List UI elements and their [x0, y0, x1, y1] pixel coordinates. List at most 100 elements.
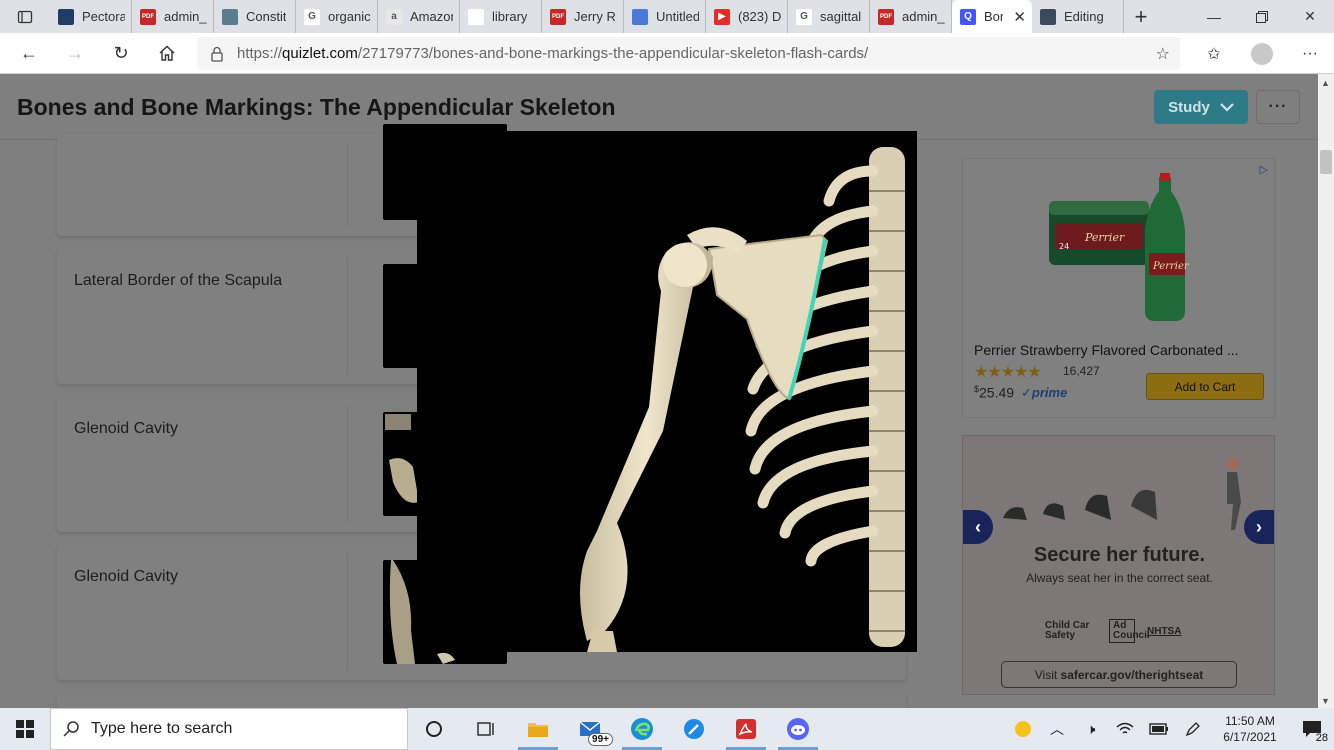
browser-tab[interactable]: Gorganic	[296, 0, 378, 33]
arrow-right-icon: →	[66, 42, 84, 63]
browser-tab[interactable]: Constit	[214, 0, 296, 33]
acrobat-button[interactable]	[720, 708, 772, 750]
enlarged-image-modal[interactable]	[417, 131, 917, 652]
browser-tab[interactable]: Untitled	[624, 0, 706, 33]
cortana-button[interactable]	[408, 708, 460, 750]
browser-tab[interactable]: PDF admin_	[870, 0, 952, 33]
tab-label: Amazon	[410, 9, 453, 24]
card-term: Lateral Border of the Scapula	[74, 272, 283, 289]
weather-icon[interactable]	[1006, 720, 1040, 738]
flashcard-row[interactable]	[57, 692, 906, 708]
arrow-left-icon: ←	[20, 42, 38, 63]
tab-label: sagittal	[820, 9, 862, 24]
scrollbar-thumb[interactable]	[1320, 150, 1332, 174]
notifications-button[interactable]: 28	[1290, 720, 1334, 744]
tab-favicon-icon: PDF	[878, 8, 894, 25]
favorites-icon: ✩	[1207, 45, 1221, 63]
perrier-product-image: Perrier 24 Perrier	[1049, 173, 1190, 321]
card-term: Glenoid Cavity	[74, 568, 179, 585]
product-ad[interactable]: ▷ Perrier 24 Perrier Perrier Strawberry …	[962, 158, 1275, 418]
browser-tab[interactable]: PDF admin_	[132, 0, 214, 33]
edge-browser-button[interactable]	[616, 708, 668, 750]
visit-site-button[interactable]: Visit safercar.gov/therightseat	[1001, 661, 1237, 688]
pen-icon[interactable]	[1176, 721, 1210, 737]
new-tab-button[interactable]: +	[1124, 0, 1158, 33]
add-to-cart-button[interactable]: Add to Cart	[1146, 373, 1264, 400]
profile-avatar[interactable]	[1251, 42, 1273, 65]
carousel-next-button[interactable]: ›	[1244, 510, 1274, 544]
psa-headline: Secure her future.	[1033, 544, 1206, 566]
tab-label: Editing	[1064, 9, 1104, 24]
browser-tab[interactable]: a Amazon	[378, 0, 460, 33]
home-button[interactable]	[144, 33, 190, 74]
rating-stars: ★★★★★	[974, 364, 1042, 381]
wifi-icon[interactable]	[1108, 722, 1142, 736]
browser-tab[interactable]: Editing	[1032, 0, 1124, 33]
tab-favicon-icon: ▶	[714, 8, 730, 25]
start-button[interactable]	[0, 708, 50, 750]
settings-more-button[interactable]: ···	[1286, 45, 1334, 63]
tab-label: Untitled	[656, 9, 699, 24]
acrobat-icon	[736, 719, 756, 739]
browser-tab[interactable]: ▶ (823) D	[706, 0, 788, 33]
tab-list: Pectora PDF admin_ Constit Gorganic a Amazon li…	[50, 0, 1124, 33]
forward-button[interactable]: →	[52, 33, 98, 74]
close-tab-icon[interactable]: ✕	[1013, 8, 1026, 26]
compass-app-icon	[684, 719, 704, 739]
tab-favicon-icon: G	[304, 8, 320, 25]
app-button[interactable]	[668, 708, 720, 750]
file-explorer-button[interactable]	[512, 708, 564, 750]
close-window-button[interactable]: ✕	[1286, 0, 1334, 33]
tab-favicon-icon	[222, 8, 238, 25]
add-favorite-icon[interactable]: ☆	[1156, 44, 1170, 64]
edge-icon	[631, 718, 653, 740]
browser-tab[interactable]: library	[460, 0, 542, 33]
refresh-button[interactable]: ↻	[98, 33, 144, 74]
taskbar-search-box[interactable]: Type here to search	[50, 708, 408, 750]
mail-button[interactable]: 99+	[564, 708, 616, 750]
restore-icon	[1256, 10, 1268, 23]
tab-label: Constit	[246, 9, 287, 24]
system-clock[interactable]: 11:50 AM 6/17/2021	[1210, 713, 1290, 745]
psa-carousel-ad[interactable]: ‹ › Secure her future. Always seat her i…	[962, 435, 1275, 695]
discord-button[interactable]	[772, 708, 824, 750]
card-divider	[347, 144, 348, 226]
lock-icon[interactable]	[197, 46, 237, 62]
system-tray: ︿ 🕨 11:50 AM 6/17/2021 28	[1006, 708, 1334, 750]
clock-time: 11:50 AM	[1225, 714, 1275, 728]
chevron-up-icon[interactable]: ︿	[1040, 719, 1074, 739]
study-button[interactable]: Study	[1154, 90, 1248, 124]
chevron-right-icon: ›	[1256, 516, 1262, 537]
folder-icon	[528, 723, 548, 737]
minimize-button[interactable]: —	[1190, 0, 1238, 33]
restore-button[interactable]	[1238, 0, 1286, 33]
card-divider	[347, 258, 348, 374]
more-options-button[interactable]: ···	[1256, 90, 1300, 124]
task-view-button[interactable]	[460, 708, 512, 750]
favorites-button[interactable]: ✩	[1190, 44, 1238, 64]
page-scrollbar[interactable]: ▲ ▼	[1318, 74, 1334, 708]
back-button[interactable]: ←	[6, 33, 52, 74]
browser-tab[interactable]: Pectora	[50, 0, 132, 33]
tab-active[interactable]: Q Bor ✕	[952, 0, 1032, 33]
tab-actions-icon	[17, 10, 33, 23]
svg-text:Perrier: Perrier	[1152, 261, 1190, 272]
browser-tab[interactable]: Gsagittal	[788, 0, 870, 33]
card-divider	[347, 554, 348, 670]
product-title[interactable]: Perrier Strawberry Flavored Carbonated .…	[974, 342, 1239, 358]
scroll-down-icon[interactable]: ▼	[1321, 696, 1330, 706]
chevron-left-icon: ‹	[975, 516, 981, 537]
address-bar[interactable]: https://quizlet.com/27179773/bones-and-b…	[197, 37, 1180, 70]
tab-favicon-icon: Q	[960, 8, 976, 25]
tab-label: Jerry R.	[574, 9, 617, 24]
ellipsis-icon: ···	[1268, 98, 1288, 115]
tab-actions-button[interactable]	[0, 0, 50, 33]
mail-badge: 99+	[588, 733, 613, 746]
browser-tab[interactable]: PDF Jerry R.	[542, 0, 624, 33]
scroll-up-icon[interactable]: ▲	[1321, 78, 1330, 88]
tab-label: (823) D	[738, 9, 781, 24]
volume-muted-icon[interactable]: 🕨	[1074, 721, 1108, 738]
battery-icon[interactable]	[1142, 723, 1176, 735]
plus-icon: +	[1134, 3, 1148, 29]
psa-logos: Child Car Safety Ad Council NHTSA	[1045, 619, 1181, 643]
